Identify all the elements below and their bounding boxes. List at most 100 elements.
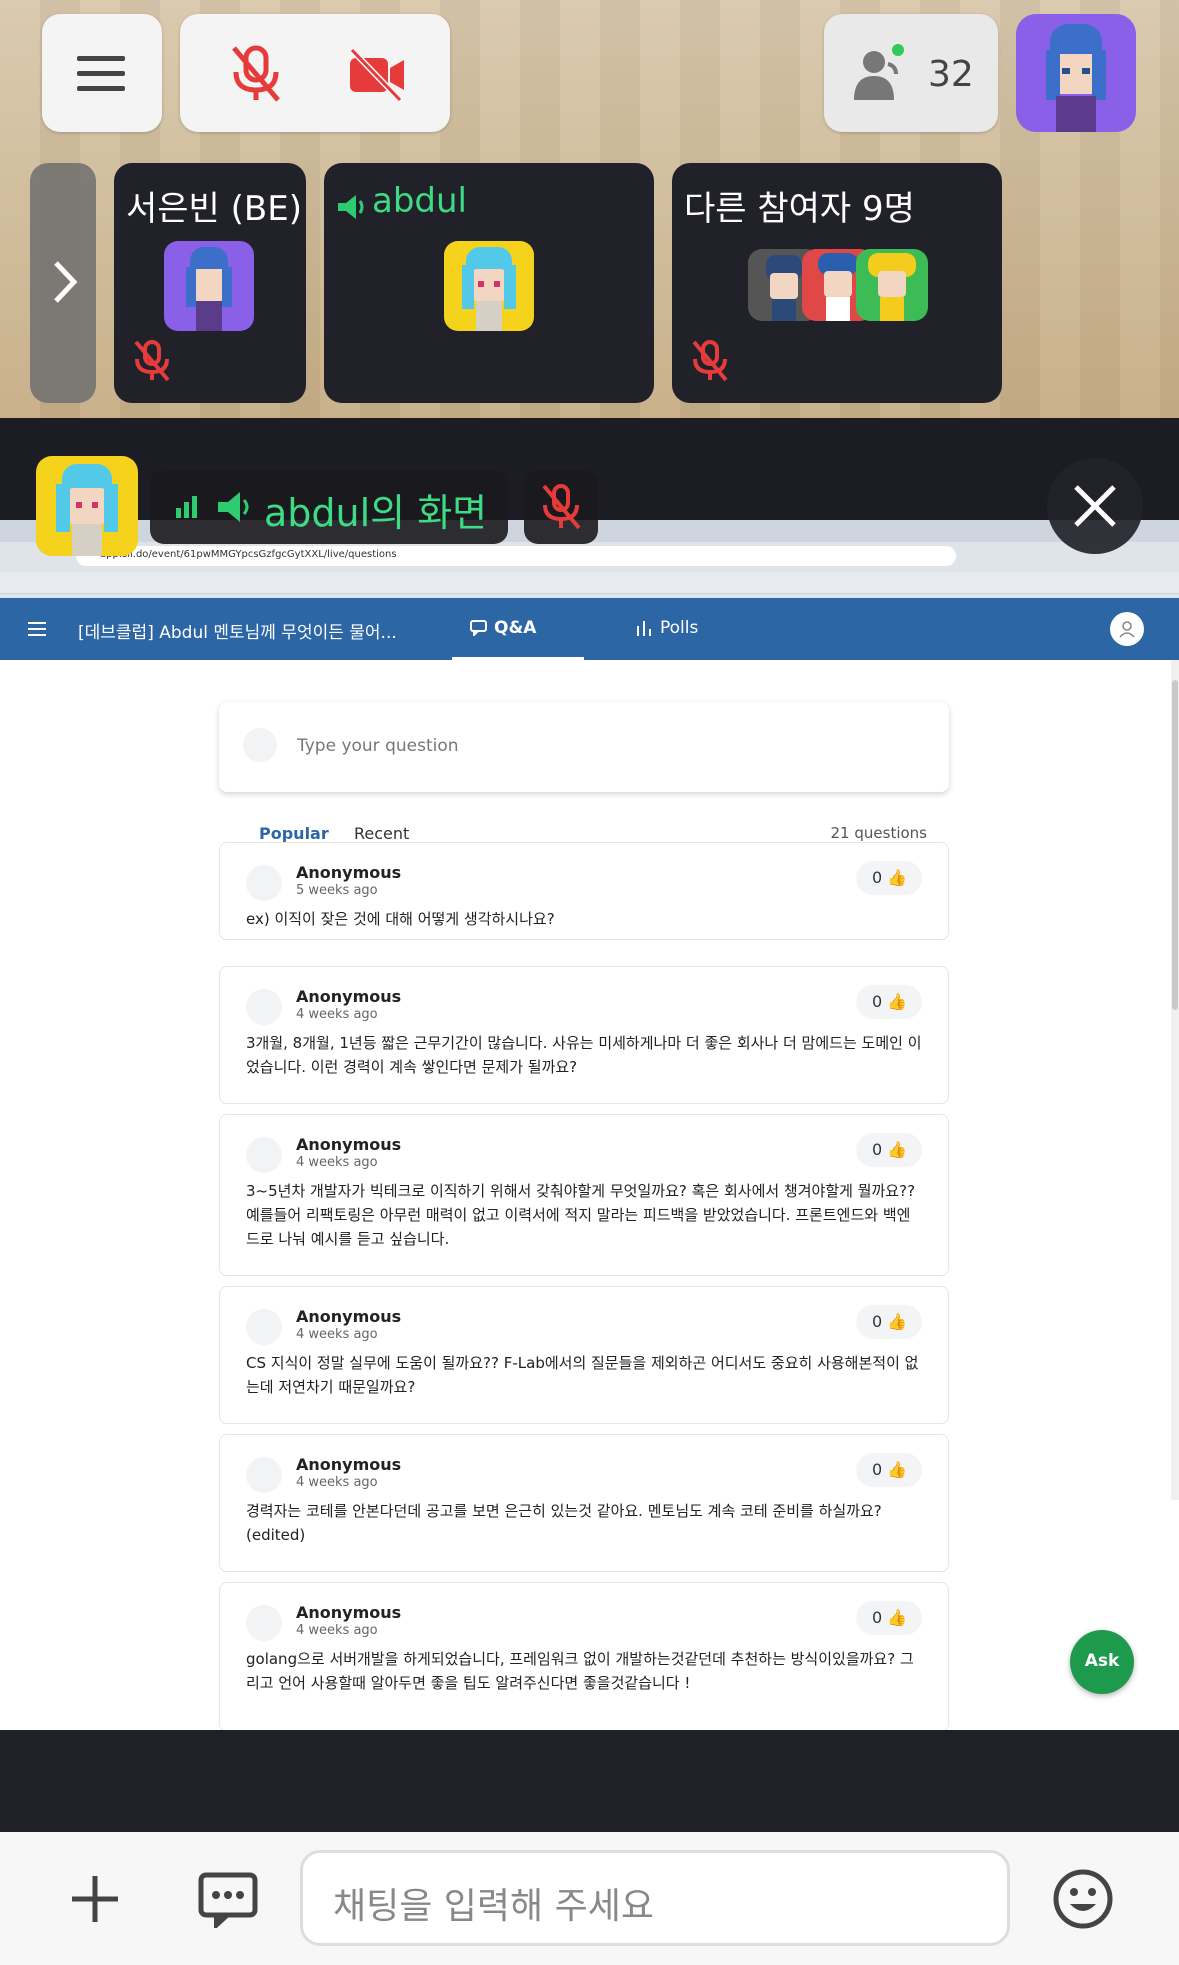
like-button[interactable]: 0 👍 (856, 985, 922, 1019)
participant-name: 다른 참여자 9명 (684, 189, 915, 229)
like-button[interactable]: 0 👍 (856, 1133, 922, 1167)
hamburger-icon[interactable] (28, 621, 48, 637)
ask-button[interactable]: Ask (1070, 1630, 1134, 1694)
ask-label: Ask (1084, 1651, 1120, 1671)
user-icon (243, 728, 277, 762)
sort-tab-popular-label: Popular (259, 824, 329, 843)
like-count: 0 (872, 1608, 883, 1627)
user-icon (246, 989, 282, 1025)
chevron-right-icon (54, 261, 78, 303)
user-icon (1119, 621, 1135, 638)
question-input[interactable]: Type your question (219, 702, 949, 792)
thumbs-up-icon: 👍 (887, 1140, 908, 1159)
media-controls (180, 14, 450, 132)
menu-button[interactable] (42, 14, 162, 132)
participants-button[interactable]: 32 (824, 14, 998, 132)
thumbs-up-icon: 👍 (887, 868, 908, 887)
my-avatar[interactable] (1016, 14, 1136, 132)
question-card[interactable]: Anonymous 4 weeks ago 0 👍 3개월, 8개월, 1년등 … (219, 966, 949, 1104)
close-share-button[interactable] (1047, 458, 1143, 554)
emoji-icon[interactable] (1052, 1868, 1114, 1930)
slido-header: [데브클럽] Abdul 멘토님께 무엇이든 물어... Q&A Polls (0, 598, 1179, 660)
chat-options-icon[interactable] (198, 1872, 258, 1928)
question-author: Anonymous (296, 1135, 402, 1154)
like-count: 0 (872, 992, 883, 1011)
tiles-prev-button[interactable] (30, 163, 96, 403)
question-author: Anonymous (296, 1307, 402, 1326)
chat-bar: 채팅을 입력해 주세요 (0, 1832, 1179, 1965)
shared-screen: app.sli.do/event/61pwMMGYpcsGzfgcGytXXL/… (0, 520, 1179, 1730)
chat-input[interactable]: 채팅을 입력해 주세요 (300, 1850, 1010, 1946)
like-count: 0 (872, 1140, 883, 1159)
question-card[interactable]: Anonymous 4 weeks ago 0 👍 3~5년차 개발자가 빅테크… (219, 1114, 949, 1276)
participant-avatar (164, 241, 254, 331)
like-count: 0 (872, 868, 883, 887)
hamburger-icon (77, 56, 125, 91)
tab-polls[interactable]: Polls (628, 598, 738, 660)
user-icon (246, 1457, 282, 1493)
question-text: ex) 이직이 잦은 것에 대해 어떻게 생각하시나요? (246, 910, 555, 928)
like-button[interactable]: 0 👍 (856, 1601, 922, 1635)
scrollbar[interactable] (1171, 660, 1179, 1500)
chat-input-placeholder: 채팅을 입력해 주세요 (333, 1886, 654, 1927)
speaker-icon (338, 195, 364, 219)
sharer-avatar (36, 456, 138, 556)
signal-icon (176, 496, 197, 518)
like-button[interactable]: 0 👍 (856, 1305, 922, 1339)
user-icon (246, 1137, 282, 1173)
participant-tile[interactable]: abdul (324, 163, 654, 403)
tab-qa-label: Q&A (494, 618, 537, 638)
like-button[interactable]: 0 👍 (856, 1453, 922, 1487)
question-card[interactable]: Anonymous 4 weeks ago 0 👍 golang으로 서버개발을… (219, 1582, 949, 1730)
user-icon (246, 1605, 282, 1641)
participant-avatar (856, 249, 928, 321)
thumbs-up-icon: 👍 (887, 992, 908, 1011)
url-text: app.sli.do/event/61pwMMGYpcsGzfgcGytXXL/… (100, 549, 397, 560)
profile-button[interactable] (1110, 612, 1144, 646)
like-count: 0 (872, 1460, 883, 1479)
like-count: 0 (872, 1312, 883, 1331)
question-card[interactable]: Anonymous 4 weeks ago 0 👍 경력자는 코테를 안본다던데… (219, 1434, 949, 1572)
avatar-image (1046, 24, 1106, 132)
address-bar: app.sli.do/event/61pwMMGYpcsGzfgcGytXXL/… (76, 546, 956, 566)
poll-icon (637, 621, 651, 636)
thumbs-up-icon: 👍 (887, 1312, 908, 1331)
question-time: 4 weeks ago (296, 1475, 378, 1490)
question-card[interactable]: Anonymous 5 weeks ago 0 👍 ex) 이직이 잦은 것에 … (219, 842, 949, 940)
thumbs-up-icon: 👍 (887, 1608, 908, 1627)
participant-tile[interactable]: 서은빈 (BE) (114, 163, 306, 403)
tab-qa[interactable]: Q&A (452, 598, 584, 660)
plus-icon[interactable] (70, 1874, 120, 1924)
meeting-header: 32 서은빈 (BE) abdul 다른 참여자 9명 (0, 0, 1179, 418)
question-author: Anonymous (296, 1603, 402, 1622)
participant-name: abdul (372, 181, 467, 221)
sort-tab-recent-label: Recent (354, 824, 410, 843)
like-button[interactable]: 0 👍 (856, 861, 922, 895)
close-icon (1074, 485, 1116, 527)
question-time: 4 weeks ago (296, 1155, 378, 1170)
speaker-icon (218, 492, 249, 522)
user-icon (246, 865, 282, 901)
mic-off-icon (542, 484, 581, 530)
question-text: 3~5년차 개발자가 빅테크로 이직하기 위해서 갖춰야할게 무엇일까요? 혹은… (246, 1182, 916, 1248)
question-count: 21 questions (830, 824, 927, 842)
question-card[interactable]: Anonymous 4 weeks ago 0 👍 CS 지식이 정말 실무에 … (219, 1286, 949, 1424)
camera-off-icon[interactable] (346, 48, 408, 102)
tab-polls-label: Polls (660, 618, 699, 638)
question-time: 4 weeks ago (296, 1327, 378, 1342)
bookmarks-bar (0, 572, 1179, 594)
participant-tile[interactable]: 다른 참여자 9명 (672, 163, 1002, 403)
event-title: [데브클럽] Abdul 멘토님께 무엇이든 물어... (78, 623, 397, 643)
question-text: 경력자는 코테를 안본다던데 공고를 보면 은근히 있는것 같아요. 멘토님도 … (246, 1502, 882, 1544)
participant-count: 32 (928, 54, 974, 95)
share-title-bar: abdul의 화면 (150, 470, 508, 544)
question-time: 4 weeks ago (296, 1623, 378, 1638)
mic-off-icon[interactable] (228, 44, 284, 104)
question-author: Anonymous (296, 987, 402, 1006)
sharer-mute-indicator (524, 470, 598, 544)
participants-icon (854, 44, 904, 100)
question-time: 4 weeks ago (296, 1007, 378, 1022)
question-text: CS 지식이 정말 실무에 도움이 될까요?? F-Lab에서의 질문들을 제외… (246, 1354, 919, 1396)
question-input-placeholder: Type your question (297, 736, 459, 756)
share-title: abdul의 화면 (264, 491, 488, 535)
